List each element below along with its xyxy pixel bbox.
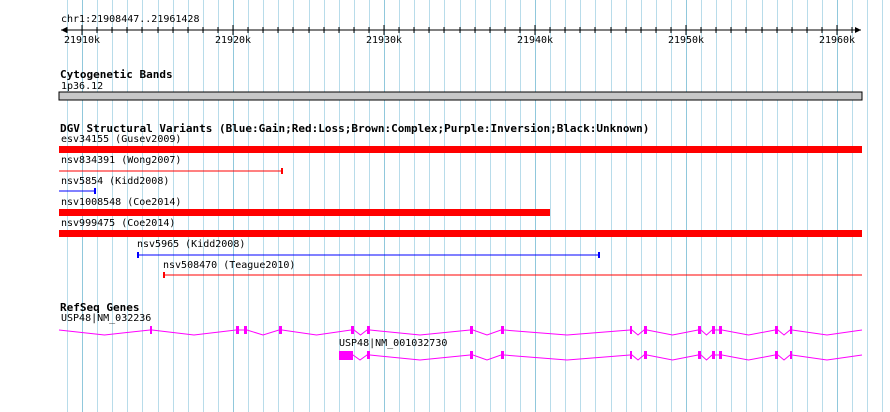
gene-intron-line — [339, 354, 863, 361]
gene-exon — [367, 351, 370, 359]
gene-exon — [644, 326, 647, 334]
gene-model — [58, 326, 863, 336]
gene-exon — [470, 326, 473, 334]
gene-exon — [698, 351, 701, 359]
gene-exon — [367, 326, 370, 334]
refseq-track[interactable] — [0, 0, 890, 412]
gene-exon — [790, 351, 792, 359]
gene-exon — [150, 326, 152, 334]
gene-exon — [630, 351, 632, 359]
genome-browser-view: chr1:21908447..21961428 21910k 21920k 21… — [0, 0, 890, 412]
gene-exon — [470, 351, 473, 359]
gene-exon — [775, 326, 778, 334]
gene-exon — [719, 351, 722, 359]
gene-exon — [339, 351, 353, 360]
gene-exon — [236, 326, 239, 334]
gene-intron-line — [58, 329, 863, 336]
gene-exon — [630, 326, 632, 334]
gene-exon — [244, 326, 247, 334]
gene-exon — [712, 326, 715, 334]
gene-exon — [712, 351, 715, 359]
gene-exon — [501, 351, 504, 359]
gene-exon — [719, 326, 722, 334]
gene-exon — [644, 351, 647, 359]
gene-exon — [501, 326, 504, 334]
gene-exon — [790, 326, 792, 334]
gene-exon — [698, 326, 701, 334]
gene-exon — [279, 326, 282, 334]
gene-exon — [775, 351, 778, 359]
gene-model — [339, 351, 863, 361]
gene-exon — [351, 326, 354, 334]
